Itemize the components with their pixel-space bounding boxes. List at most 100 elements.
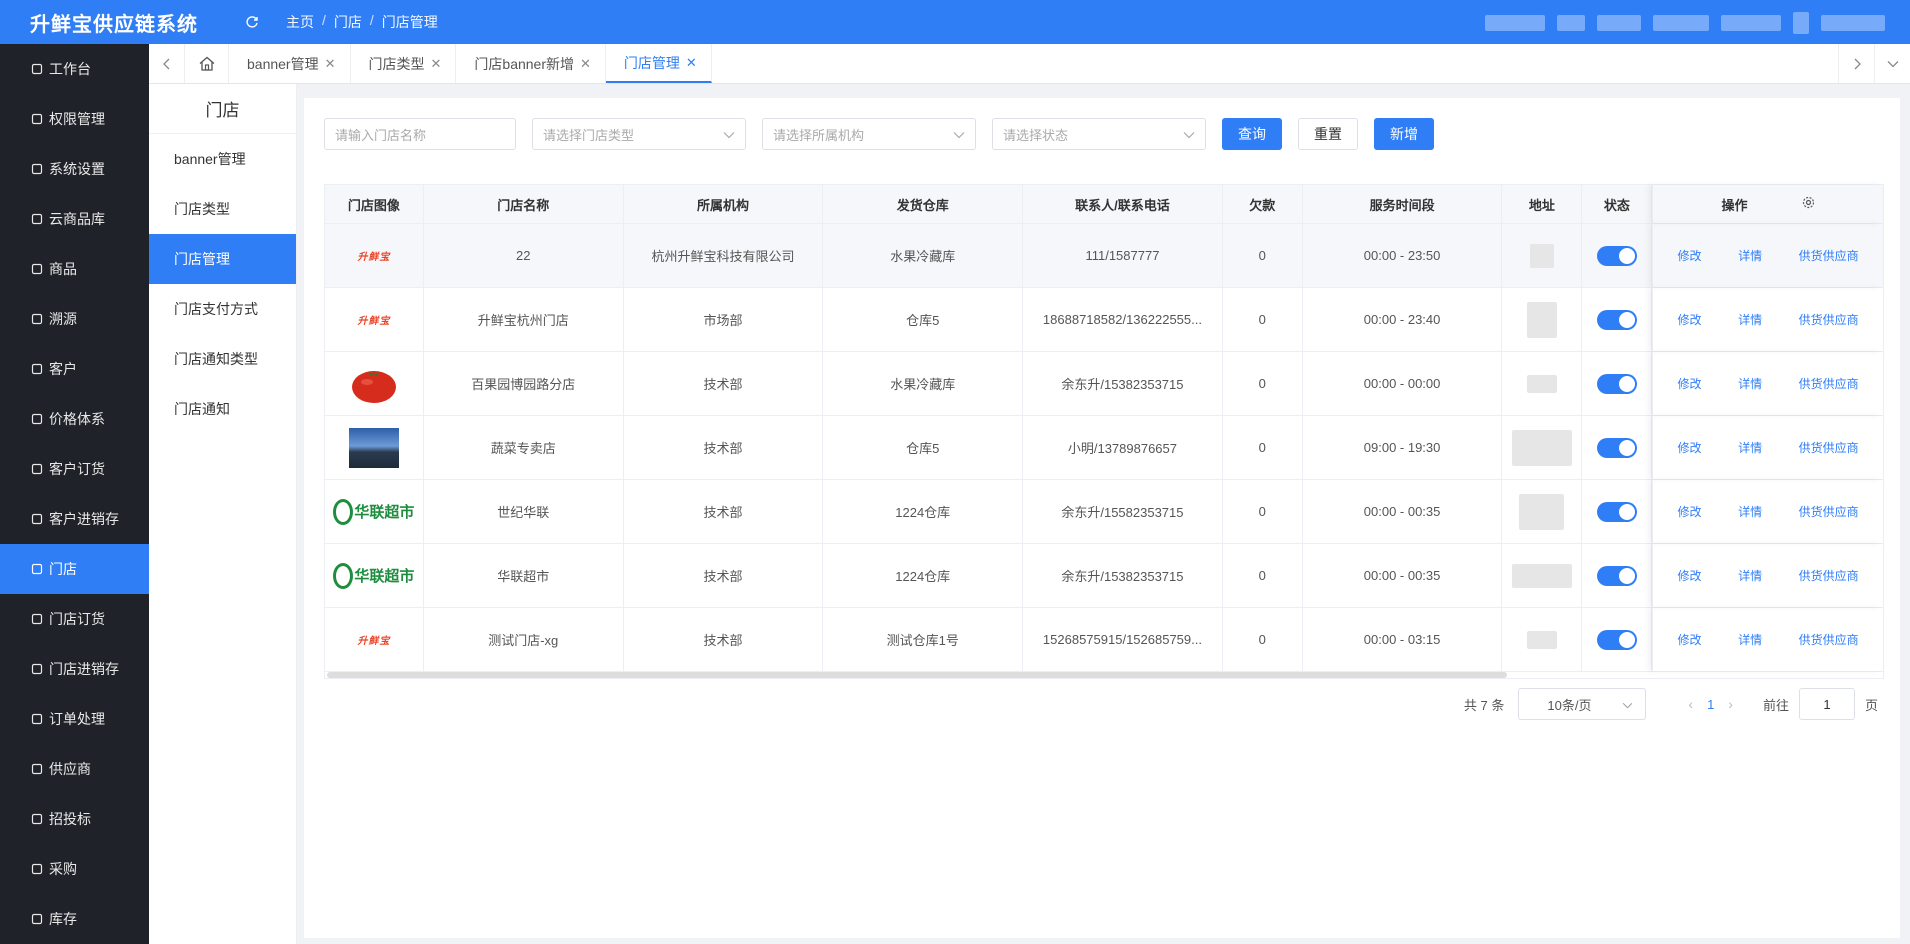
sidebar-item-9[interactable]: 客户进销存 — [0, 494, 149, 544]
org-select[interactable]: 请选择所属机构 — [762, 118, 976, 150]
subnav-item-notify[interactable]: 门店通知 — [149, 384, 296, 434]
reset-button[interactable]: 重置 — [1298, 118, 1358, 150]
status-select[interactable]: 请选择状态 — [992, 118, 1206, 150]
sidebar-item-1[interactable]: 权限管理 — [0, 94, 149, 144]
status-toggle[interactable] — [1596, 373, 1637, 394]
sidebar-item-13[interactable]: 订单处理 — [0, 694, 149, 744]
tab-store-banner-add[interactable]: 门店banner新增 ✕ — [456, 44, 606, 83]
detail-link[interactable]: 详情 — [1738, 439, 1762, 456]
edit-link[interactable]: 修改 — [1678, 439, 1702, 456]
status-toggle[interactable] — [1596, 501, 1637, 522]
status-toggle[interactable] — [1596, 309, 1637, 330]
query-button[interactable]: 查询 — [1222, 118, 1282, 150]
subnav-item-store-manage[interactable]: 门店管理 — [149, 234, 296, 284]
subnav-item-payment[interactable]: 门店支付方式 — [149, 284, 296, 334]
store-name-input[interactable]: 请输入门店名称 — [324, 118, 516, 150]
subnav-item-notify-type[interactable]: 门店通知类型 — [149, 334, 296, 384]
sidebar-item-0[interactable]: 工作台 — [0, 44, 149, 94]
tabs-scroll-right-icon[interactable] — [1838, 44, 1874, 83]
sidebar-item-16[interactable]: 采购 — [0, 844, 149, 894]
table-row[interactable]: 升鲜宝 测试门店-xg 技术部 测试仓库1号 15268575915/152685759… — [325, 608, 1883, 672]
tabs-scroll-left-icon[interactable] — [149, 44, 185, 83]
prev-page-icon[interactable]: ‹ — [1688, 696, 1693, 712]
edit-link[interactable]: 修改 — [1678, 375, 1702, 392]
tab-store-type[interactable]: 门店类型 ✕ — [351, 44, 457, 83]
gear-icon[interactable] — [1802, 196, 1815, 212]
sidebar-item-11[interactable]: 门店订货 — [0, 594, 149, 644]
sidebar-item-3[interactable]: 云商品库 — [0, 194, 149, 244]
table-row[interactable]: 蔬菜专卖店 技术部 仓库5 小明/13789876657 0 09:00 - 19:30 修… — [325, 416, 1883, 480]
sidebar-item-17[interactable]: 库存 — [0, 894, 149, 944]
next-page-icon[interactable]: › — [1728, 696, 1733, 712]
table-row[interactable]: 升鲜宝 升鲜宝杭州门店 市场部 仓库5 18688718582/136222555...… — [325, 288, 1883, 352]
table-row[interactable]: 华联超市 华联超市 技术部 1224仓库 余东升/15382353715 0 00:00 -… — [325, 544, 1883, 608]
store-image-cell: 升鲜宝 — [325, 608, 424, 671]
goto-page-input[interactable]: 1 — [1798, 688, 1855, 720]
breadcrumb-home[interactable]: 主页 — [286, 12, 314, 32]
table-row[interactable]: 百果园博园路分店 技术部 水果冷藏库 余东升/15382353715 0 00:00 - … — [325, 352, 1883, 416]
sidebar-item-5[interactable]: 溯源 — [0, 294, 149, 344]
supplier-link[interactable]: 供货供应商 — [1799, 631, 1859, 648]
breadcrumb-store[interactable]: 门店 — [334, 12, 362, 32]
edit-link[interactable]: 修改 — [1678, 631, 1702, 648]
status-toggle[interactable] — [1596, 245, 1637, 266]
supplier-link[interactable]: 供货供应商 — [1799, 375, 1859, 392]
sidebar-item-12[interactable]: 门店进销存 — [0, 644, 149, 694]
status-toggle[interactable] — [1596, 437, 1637, 458]
sidebar-item-10[interactable]: 门店 — [0, 544, 149, 594]
close-icon[interactable]: ✕ — [686, 55, 697, 71]
tab-banner[interactable]: banner管理 ✕ — [229, 44, 351, 83]
sidebar-item-label: 商品 — [49, 261, 77, 277]
add-button[interactable]: 新增 — [1374, 118, 1434, 150]
table-row[interactable]: 升鲜宝 22 杭州升鲜宝科技有限公司 水果冷藏库 111/1587777 0 00:00 -… — [325, 224, 1883, 288]
detail-link[interactable]: 详情 — [1738, 503, 1762, 520]
gear-icon — [30, 163, 43, 176]
edit-link[interactable]: 修改 — [1678, 567, 1702, 584]
supplier-link[interactable]: 供货供应商 — [1799, 311, 1859, 328]
edit-link[interactable]: 修改 — [1678, 503, 1702, 520]
supplier-link[interactable]: 供货供应商 — [1799, 567, 1859, 584]
detail-link[interactable]: 详情 — [1738, 311, 1762, 328]
user-info-blurred[interactable] — [1485, 12, 1885, 34]
sidebar-item-15[interactable]: 招投标 — [0, 794, 149, 844]
close-icon[interactable]: ✕ — [580, 56, 591, 72]
sidebar-item-7[interactable]: 价格体系 — [0, 394, 149, 444]
tab-store-manage[interactable]: 门店管理 ✕ — [605, 44, 712, 83]
address-cell-blurred — [1502, 288, 1583, 351]
close-icon[interactable]: ✕ — [431, 56, 442, 72]
detail-link[interactable]: 详情 — [1738, 247, 1762, 264]
sidebar-item-14[interactable]: 供应商 — [0, 744, 149, 794]
sidebar-item-4[interactable]: 商品 — [0, 244, 149, 294]
sidebar-item-2[interactable]: 系统设置 — [0, 144, 149, 194]
close-icon[interactable]: ✕ — [325, 56, 336, 72]
detail-link[interactable]: 详情 — [1738, 631, 1762, 648]
edit-link[interactable]: 修改 — [1678, 247, 1702, 264]
store-order-icon — [30, 613, 43, 626]
subnav-item-store-type[interactable]: 门店类型 — [149, 184, 296, 234]
contact-cell: 余东升/15582353715 — [1023, 480, 1223, 543]
org-cell: 技术部 — [624, 608, 824, 671]
edit-link[interactable]: 修改 — [1678, 311, 1702, 328]
status-toggle[interactable] — [1596, 629, 1637, 650]
chevron-down-icon[interactable] — [1874, 44, 1910, 83]
supplier-link[interactable]: 供货供应商 — [1799, 503, 1859, 520]
page-number[interactable]: 1 — [1707, 697, 1714, 712]
detail-link[interactable]: 详情 — [1738, 375, 1762, 392]
hualian-logo: 华联超市 — [333, 562, 414, 589]
subnav-item-banner[interactable]: banner管理 — [149, 134, 296, 184]
supplier-link[interactable]: 供货供应商 — [1799, 247, 1859, 264]
sidebar-item-label: 采购 — [49, 861, 77, 877]
supplier-link[interactable]: 供货供应商 — [1799, 439, 1859, 456]
sidebar-item-8[interactable]: 客户订货 — [0, 444, 149, 494]
detail-link[interactable]: 详情 — [1738, 567, 1762, 584]
horizontal-scrollbar[interactable] — [327, 672, 1507, 678]
home-icon[interactable] — [185, 44, 229, 83]
scenery-photo — [348, 427, 399, 468]
page-size-select[interactable]: 10条/页 — [1518, 688, 1647, 720]
refresh-icon[interactable] — [243, 13, 261, 31]
status-toggle[interactable] — [1596, 565, 1637, 586]
table-row[interactable]: 华联超市 世纪华联 技术部 1224仓库 余东升/15582353715 0 00:00 -… — [325, 480, 1883, 544]
status-cell — [1582, 224, 1653, 287]
sidebar-item-6[interactable]: 客户 — [0, 344, 149, 394]
store-type-select[interactable]: 请选择门店类型 — [532, 118, 746, 150]
